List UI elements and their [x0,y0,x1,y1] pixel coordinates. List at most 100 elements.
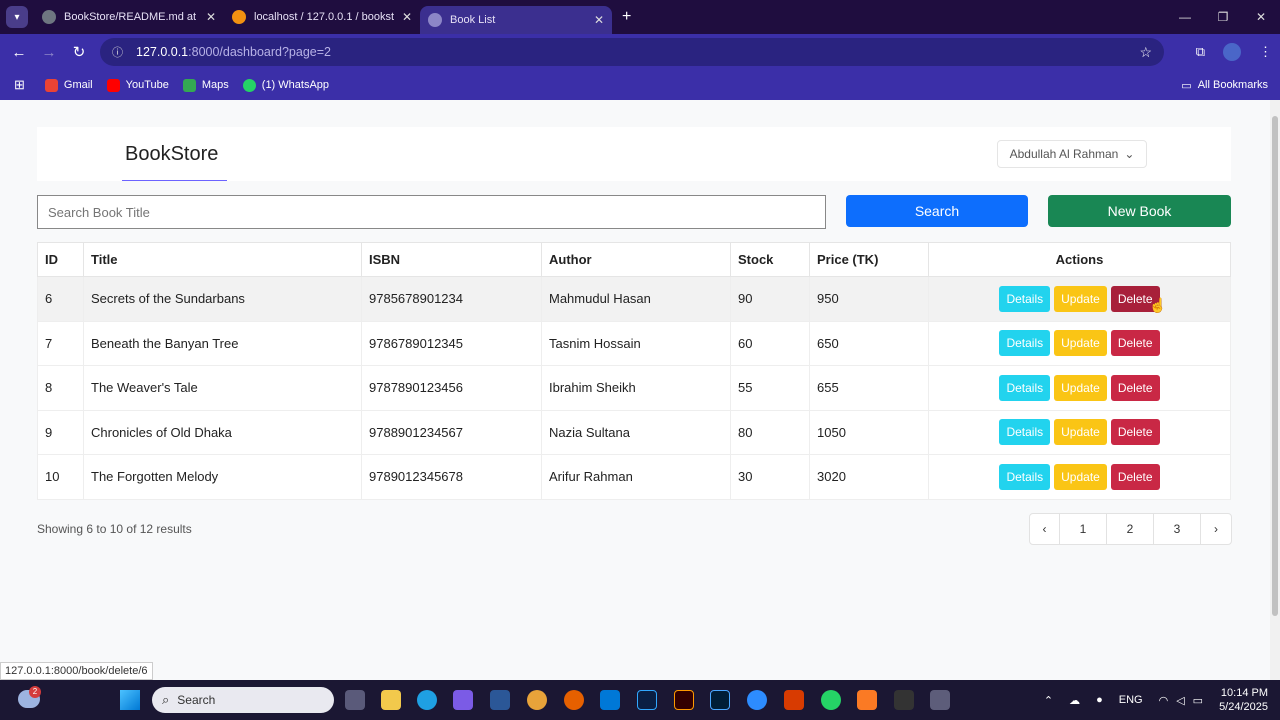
search-button[interactable]: Search [846,195,1028,227]
tab-readme[interactable]: BookStore/README.md at main ✕ [34,0,224,34]
microphone-icon[interactable]: ● [1096,694,1103,706]
firefox-icon[interactable] [564,690,584,710]
reload-icon[interactable]: ↻ [64,43,94,61]
update-button[interactable]: Update [1054,285,1107,312]
cloud-icon[interactable]: ☁ [1069,694,1080,707]
address-bar[interactable]: ⓘ 127.0.0.1:8000/dashboard?page=2 ☆ [100,38,1164,66]
close-icon[interactable]: ✕ [402,10,412,24]
cell-title: Chronicles of Old Dhaka [83,409,362,455]
table-row: 8 The Weaver's Tale 9787890123456 Ibrahi… [37,365,1231,411]
all-bookmarks[interactable]: ▭ All Bookmarks [1181,70,1268,100]
extensions-icon[interactable]: ⧉ [1196,44,1205,60]
maps-icon [182,78,196,92]
illustrator-icon[interactable] [674,690,694,710]
details-button[interactable]: Details [999,419,1051,446]
table-row: 9 Chronicles of Old Dhaka 9788901234567 … [37,409,1231,455]
delete-button[interactable]: Delete [1110,419,1160,446]
copilot-icon[interactable] [453,690,473,710]
column-header-title: Title [83,242,362,277]
xampp-icon[interactable] [857,690,877,710]
chevron-up-icon[interactable]: ⌃ [1044,694,1053,707]
update-button[interactable]: Update [1054,419,1107,446]
brand-title[interactable]: BookStore [125,143,218,166]
delete-button[interactable]: Delete [1110,463,1160,490]
whatsapp-taskbar-icon[interactable] [821,690,841,710]
bookmark-label: Maps [201,79,229,91]
url-path: :8000/dashboard?page=2 [188,45,331,59]
bookmark-gmail[interactable]: Gmail [44,78,93,92]
close-window-icon[interactable]: ✕ [1242,10,1280,24]
photoshop-icon[interactable] [637,690,657,710]
word-icon[interactable] [490,690,510,710]
user-dropdown[interactable]: Abdullah Al Rahman ⌄ [997,140,1147,168]
terminal-icon[interactable] [894,690,914,710]
delete-button[interactable]: Delete [1110,330,1160,357]
taskbar-search[interactable]: ⌕ Search [152,687,334,713]
bookmark-label: YouTube [125,79,169,91]
system-tray: ⌃ ☁ ● ENG ◠ ◁ ▭ 10:14 PM 5/24/2025 [1044,680,1280,720]
task-view-icon[interactable] [345,690,365,710]
page-button-3[interactable]: 3 [1154,514,1201,544]
menu-icon[interactable]: ⋮ [1259,44,1272,60]
wifi-icon[interactable]: ◠ [1159,694,1169,707]
page-button-2[interactable]: 2 [1107,514,1154,544]
file-explorer-icon[interactable] [381,690,401,710]
update-button[interactable]: Update [1054,374,1107,401]
details-button[interactable]: Details [999,463,1051,490]
page-scrollbar[interactable] [1270,100,1280,680]
details-button[interactable]: Details [999,330,1051,357]
prev-page-button[interactable]: ‹ [1030,514,1060,544]
tab-book-list[interactable]: Book List ✕ [420,6,612,34]
restore-icon[interactable]: ❐ [1204,10,1242,24]
cell-stock: 90 [730,276,810,322]
scrollbar-thumb[interactable] [1272,116,1278,616]
youtube-icon [106,78,120,92]
update-button[interactable]: Update [1054,463,1107,490]
cell-stock: 80 [730,409,810,455]
apps-grid-icon[interactable]: ⊞ [14,77,25,93]
cell-price: 650 [809,320,929,366]
vscode-icon[interactable] [600,690,620,710]
cell-isbn: 9787890123456 [361,365,542,411]
cell-id: 10 [37,454,84,500]
language-indicator[interactable]: ENG [1119,694,1143,706]
windows-start-icon[interactable] [120,690,140,710]
bookmark-maps[interactable]: Maps [182,78,229,92]
profile-avatar[interactable] [1223,43,1241,61]
back-icon[interactable]: ← [4,44,34,61]
tab-search-button[interactable]: ▾ [6,6,28,28]
bookmark-whatsapp[interactable]: (1) WhatsApp [242,78,329,92]
details-button[interactable]: Details [999,285,1051,312]
update-button[interactable]: Update [1054,330,1107,357]
page-button-1[interactable]: 1 [1060,514,1107,544]
forward-icon[interactable]: → [34,44,64,61]
close-icon[interactable]: ✕ [594,13,604,27]
clock[interactable]: 10:14 PM 5/24/2025 [1219,686,1280,714]
new-tab-button[interactable]: + [622,8,631,26]
minimize-icon[interactable]: — [1166,10,1204,24]
site-info-icon[interactable]: ⓘ [112,44,128,60]
next-page-button[interactable]: › [1201,514,1231,544]
lightroom-icon[interactable] [710,690,730,710]
cell-id: 7 [37,320,84,366]
tab-phpmyadmin[interactable]: localhost / 127.0.0.1 / bookstore ✕ [224,0,420,34]
mouse-cursor-icon: ☝ [1149,297,1167,313]
close-icon[interactable]: ✕ [206,10,216,24]
bookmark-youtube[interactable]: YouTube [106,78,169,92]
whatsapp-icon [242,78,256,92]
office-icon[interactable] [784,690,804,710]
page-content: BookStore Abdullah Al Rahman ⌄ Search Ne… [0,100,1270,680]
details-button[interactable]: Details [999,374,1051,401]
new-book-button[interactable]: New Book [1048,195,1231,227]
chrome-icon[interactable] [527,690,547,710]
edge-icon[interactable] [417,690,437,710]
search-input[interactable] [37,195,826,229]
snipping-tool-icon[interactable] [930,690,950,710]
delete-button[interactable]: Delete [1110,374,1160,401]
bookmark-star-icon[interactable]: ☆ [1139,44,1152,61]
cell-price: 950 [809,276,929,322]
volume-icon[interactable]: ◁ [1176,694,1184,707]
browser-toolbar: ← → ↻ ⓘ 127.0.0.1:8000/dashboard?page=2 … [0,34,1280,70]
battery-icon[interactable]: ▭ [1193,694,1203,707]
zoom-icon[interactable] [747,690,767,710]
